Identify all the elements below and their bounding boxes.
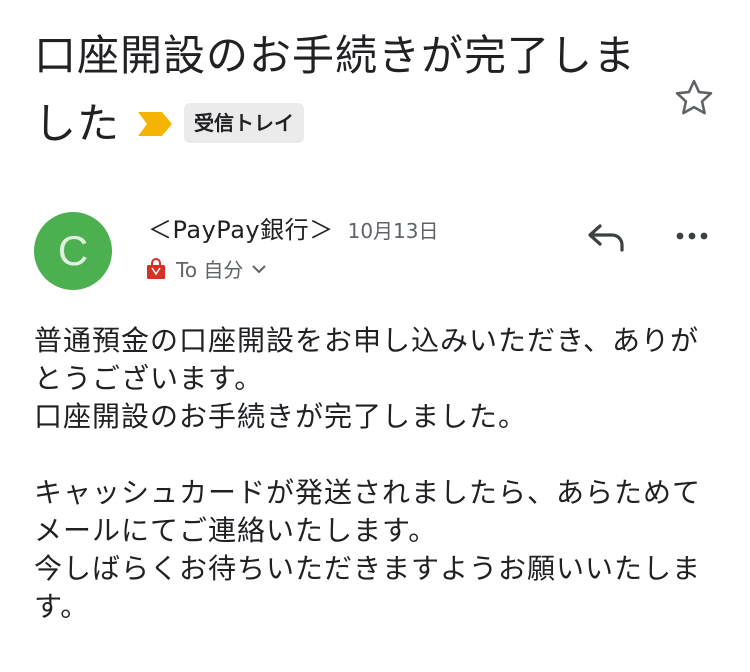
more-options-icon[interactable]	[672, 224, 712, 248]
body-paragraph-1: 普通預金の口座開設をお申し込みいただき、ありがとうございます。 口座開設のお手続…	[34, 324, 700, 433]
sender-info: ＜PayPay銀行＞ 10月13日	[148, 210, 439, 245]
chevron-down-icon	[252, 264, 267, 273]
inbox-label-chip[interactable]: 受信トレイ	[184, 102, 305, 143]
star-icon[interactable]	[672, 76, 716, 120]
recipient-text: To 自分	[176, 258, 244, 282]
recipient-details-toggle[interactable]: To 自分	[146, 254, 267, 283]
sender-avatar[interactable]: C	[34, 212, 112, 290]
sent-date: 10月13日	[347, 219, 439, 243]
body-paragraph-2: キャッシュカードが発送されましたら、あらためてメールにてご連絡いたします。 今し…	[34, 476, 702, 623]
reply-icon[interactable]	[586, 218, 626, 254]
email-subject: 口座開設のお手続きが完了しました 受信トレイ	[34, 22, 654, 158]
sender-name[interactable]: ＜PayPay銀行＞	[148, 216, 334, 244]
email-body: 普通預金の口座開設をお申し込みいただき、ありがとうございます。 口座開設のお手続…	[34, 322, 724, 626]
importance-marker-icon[interactable]	[138, 111, 173, 136]
shopping-bag-icon	[147, 257, 165, 279]
subject-text: 口座開設のお手続きが完了しました	[34, 31, 637, 148]
